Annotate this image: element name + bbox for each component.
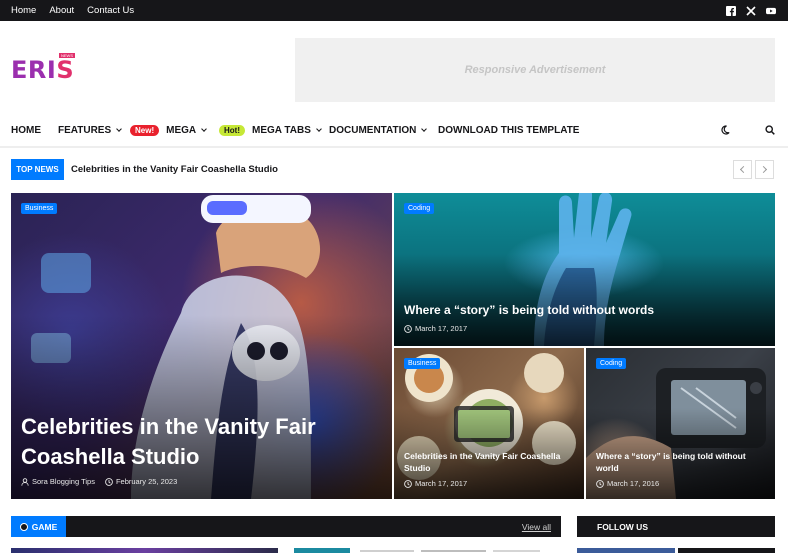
featured-card[interactable]: Coding Where a “story” is being told wit…	[394, 193, 775, 346]
category-badge[interactable]: Coding	[404, 203, 435, 214]
nav-mega-tabs-label: MEGA TABS	[252, 124, 311, 136]
game-post-title-peek	[360, 550, 540, 552]
category-badge[interactable]: Business	[404, 358, 441, 369]
social-links	[726, 0, 776, 21]
dark-mode-toggle[interactable]	[720, 112, 730, 148]
game-section-title: GAME	[11, 516, 66, 537]
nav-documentation[interactable]: DOCUMENTATION	[329, 112, 428, 148]
clock-icon	[404, 324, 412, 333]
post-meta: March 17, 2017	[404, 479, 467, 488]
search-icon	[765, 125, 775, 135]
chevron-down-icon	[421, 125, 428, 132]
featured-card[interactable]: Business Celebrities in the Vanity Fair …	[394, 348, 584, 499]
main-nav: HOME FEATURES New! MEGA Hot! MEGA TABS DOC…	[0, 112, 788, 148]
nav-download-label: DOWNLOAD THIS TEMPLATE	[438, 124, 580, 136]
featured-title[interactable]: Where a “story” is being told without wo…	[404, 303, 765, 318]
featured-title[interactable]: Celebrities in the Vanity Fair Coashella…	[21, 412, 382, 472]
nav-mega-label: MEGA	[166, 124, 197, 136]
nav-download[interactable]: DOWNLOAD THIS TEMPLATE	[438, 112, 579, 148]
nav-mega-tabs[interactable]: Hot! MEGA TABS	[219, 112, 322, 148]
nav-home-label: HOME	[11, 124, 41, 136]
nav-features[interactable]: FEATURES	[58, 112, 122, 148]
top-nav-home[interactable]: Home	[11, 5, 36, 16]
post-meta: March 17, 2017	[404, 324, 467, 333]
nav-mega[interactable]: New! MEGA	[130, 112, 207, 148]
search-button[interactable]	[765, 112, 775, 148]
game-section-header: GAME View all	[11, 516, 561, 537]
logo-badge: NEWS	[59, 53, 75, 58]
site-logo[interactable]: ERIS NEWS	[11, 52, 81, 84]
moon-icon	[721, 125, 730, 135]
follow-us-header: FOLLOW US	[577, 516, 775, 537]
view-all-link[interactable]: View all	[522, 516, 551, 537]
advertisement-banner[interactable]: Responsive Advertisement	[295, 38, 775, 102]
game-section-label: GAME	[31, 521, 58, 532]
clock-icon	[404, 479, 412, 488]
clock-icon	[596, 479, 604, 488]
top-bar: Home About Contact Us	[0, 0, 788, 21]
featured-title[interactable]: Where a “story” is being told without wo…	[596, 450, 765, 474]
hot-tag-badge: Hot!	[219, 124, 245, 136]
category-badge[interactable]: Business	[21, 203, 58, 214]
nav-home[interactable]: HOME	[11, 112, 41, 148]
x-twitter-icon[interactable]	[746, 5, 756, 16]
ticker-prev-button[interactable]	[733, 160, 752, 179]
chevron-down-icon	[116, 125, 122, 132]
post-date: March 17, 2017	[415, 479, 468, 488]
chevron-left-icon	[739, 165, 748, 174]
nav-features-label: FEATURES	[58, 124, 112, 136]
featured-title[interactable]: Celebrities in the Vanity Fair Coashella…	[404, 450, 574, 474]
user-icon	[21, 477, 29, 486]
clock-icon	[105, 477, 113, 486]
youtube-icon[interactable]	[766, 6, 776, 16]
featured-card[interactable]: Coding Where a “story” is being told wit…	[586, 348, 775, 499]
x-follow-button[interactable]	[678, 548, 775, 553]
ticker-next-button[interactable]	[755, 160, 774, 179]
game-post-thumbnail[interactable]	[11, 548, 278, 553]
nav-documentation-label: DOCUMENTATION	[329, 124, 417, 136]
top-news-label: TOP NEWS	[11, 159, 64, 180]
post-date: February 25, 2023	[115, 477, 178, 486]
post-date: March 17, 2017	[415, 324, 468, 333]
featured-card-large[interactable]: Business Celebrities in the Vanity Fair …	[11, 193, 392, 499]
chevron-down-icon	[201, 125, 207, 132]
facebook-follow-button[interactable]	[577, 548, 675, 553]
chevron-down-icon	[316, 125, 322, 132]
post-author[interactable]: Sora Blogging Tips	[32, 477, 95, 486]
top-nav-about[interactable]: About	[49, 5, 74, 16]
game-post-thumbnail-small[interactable]	[294, 548, 350, 553]
chevron-right-icon	[759, 165, 768, 174]
advertisement-text: Responsive Advertisement	[464, 64, 606, 76]
top-nav: Home About Contact Us	[11, 0, 134, 21]
post-date: March 17, 2016	[607, 479, 660, 488]
post-meta: Sora Blogging Tips February 25, 2023	[21, 477, 177, 486]
new-tag-badge: New!	[130, 124, 160, 136]
follow-us-title: FOLLOW US	[597, 521, 648, 532]
top-nav-contact[interactable]: Contact Us	[87, 5, 134, 16]
logo-wordmark: ERIS	[11, 56, 75, 84]
ticker-headline[interactable]: Celebrities in the Vanity Fair Coashella…	[71, 159, 278, 180]
game-icon	[19, 522, 28, 531]
facebook-icon[interactable]	[726, 5, 736, 16]
post-meta: March 17, 2016	[596, 479, 659, 488]
category-badge[interactable]: Coding	[596, 358, 627, 369]
